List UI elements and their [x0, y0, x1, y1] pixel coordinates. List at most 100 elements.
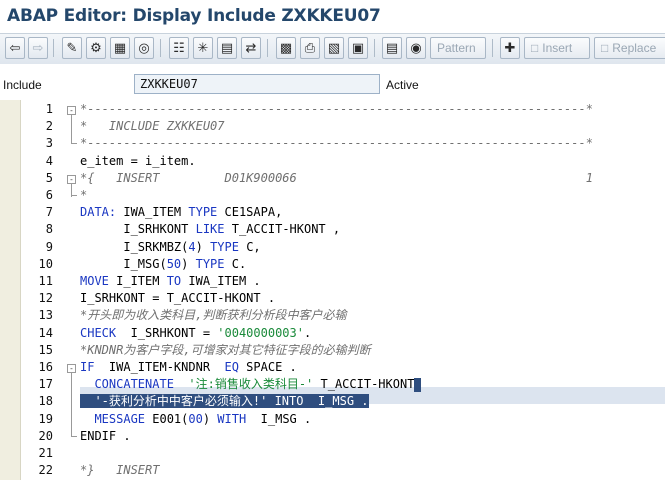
code-token: C,	[238, 239, 261, 254]
code-line[interactable]: MESSAGE E001(00) WITH I_MSG .	[80, 411, 311, 428]
include-name-field[interactable]: ZXKKEU07	[134, 74, 380, 94]
code-line[interactable]: CHECK I_SRHKONT = '0040000003'.	[80, 325, 311, 342]
keyword: TO	[166, 274, 182, 288]
code-line[interactable]: MOVE I_ITEM TO IWA_ITEM .	[80, 273, 261, 290]
keyword	[80, 222, 123, 236]
line-number: 8	[45, 222, 53, 237]
code-line[interactable]: CONCATENATE '注:销售收入类科目-' T_ACCIT-HKONT	[80, 376, 422, 393]
code-line[interactable]: * INCLUDE ZXKKEU07	[80, 118, 225, 135]
code-token: I_ITEM	[108, 274, 167, 288]
hierarchy-icon[interactable]: ⇄	[241, 37, 261, 59]
code-line[interactable]: *KNDNR为客户字段,可增家对其它特征字段的必输判断	[80, 342, 371, 359]
breakpoint-icon[interactable]: ▩	[276, 37, 296, 59]
code-token: .	[116, 428, 131, 443]
insert-label: Insert	[542, 41, 573, 55]
selected-text: '-获利分析中中客户必须输入!' INTO I_MSG .	[80, 394, 369, 409]
code-line[interactable]: '-获利分析中中客户必须输入!' INTO I_MSG .	[80, 393, 369, 410]
pattern-button[interactable]: Pattern	[430, 37, 486, 59]
code-editor[interactable]: 1 *--------------------------------------…	[0, 100, 665, 480]
code-line[interactable]: *---------------------------------------…	[80, 135, 593, 152]
help-icon[interactable]: ▣	[348, 37, 368, 59]
comment-text: *} INSERT	[80, 463, 160, 478]
code-line[interactable]: *开头即为收入类科目,判断获利分析段中客户必输	[80, 307, 346, 324]
code-line[interactable]: I_SRHKONT = T_ACCIT-HKONT .	[80, 290, 275, 307]
code-line[interactable]: e_item = i_item.	[80, 153, 196, 170]
number-literal: 4	[188, 239, 196, 254]
fold-guide-line	[71, 373, 72, 436]
comment-text: *KNDNR为客户字段,可增家对其它特征字段的必输判断	[80, 342, 371, 357]
keyword: CONCATENATE	[80, 377, 174, 392]
fold-guide-end	[71, 143, 77, 145]
include-header: Include ZXKKEU07 Active	[0, 64, 665, 100]
code-text: e_item = i_item.	[80, 153, 196, 168]
line-number: 10	[38, 256, 53, 271]
comment-text: *---------------------------------------…	[80, 102, 593, 116]
code-token: )	[202, 411, 218, 426]
display-change-icon[interactable]: ✎	[62, 37, 82, 59]
activate-icon[interactable]: ⚙	[86, 37, 106, 59]
code-token: .	[303, 325, 312, 340]
line-number: 17	[38, 377, 53, 392]
code-line[interactable]: I_MSG(50) TYPE C.	[80, 256, 246, 273]
navigation-window-icon[interactable]: ▤	[217, 37, 237, 59]
pretty-printer-icon[interactable]: ◉	[406, 37, 426, 59]
keyword: TYPE	[188, 205, 218, 220]
toolbar-separator	[374, 39, 375, 57]
code-token: CE1SAPA,	[217, 205, 283, 220]
line-number: 21	[38, 446, 53, 460]
insert-doc-icon: □	[531, 41, 539, 55]
code-token: )	[181, 256, 196, 271]
code-line[interactable]: I_SRHKONT LIKE T_ACCIT-HKONT ,	[80, 221, 340, 238]
keyword: MESSAGE	[80, 411, 146, 426]
fold-toggle-icon[interactable]: -	[67, 364, 76, 373]
string-literal: '0040000003'	[217, 325, 304, 340]
insert-line-icon[interactable]: ✚	[500, 37, 520, 59]
forward-arrow-icon[interactable]: ⇨	[28, 37, 48, 59]
line-number: 7	[45, 205, 53, 220]
display-object-list-icon[interactable]: ✳	[193, 37, 213, 59]
include-label: Include	[3, 78, 42, 92]
code-token: IWA_ITEM	[116, 205, 189, 220]
pattern-icon[interactable]: ▤	[382, 37, 402, 59]
fold-toggle-icon[interactable]: -	[67, 106, 76, 115]
print-icon[interactable]: ⎙	[300, 37, 320, 59]
code-line[interactable]: DATA: IWA_ITEM TYPE CE1SAPA,	[80, 204, 282, 221]
line-number: 15	[38, 342, 53, 357]
keyword: LIKE	[195, 222, 225, 237]
editor-left-margin	[0, 100, 21, 480]
window-title: ABAP Editor: Display Include ZXKKEU07	[7, 6, 381, 26]
check-icon[interactable]: ▦	[110, 37, 130, 59]
code-line[interactable]: ENDIF .	[80, 428, 131, 445]
line-number: 2	[45, 119, 53, 134]
line-number: 20	[38, 428, 53, 443]
keyword: TYPE	[195, 256, 225, 271]
keyword: EQ	[224, 360, 239, 374]
code-line[interactable]: *	[80, 187, 87, 204]
back-arrow-icon[interactable]: ⇦	[5, 37, 25, 59]
code-token: IWA_ITEM-KNDNR	[94, 360, 225, 374]
toolbar-separator	[53, 39, 54, 57]
fold-toggle-icon[interactable]: -	[67, 174, 76, 184]
insert-button[interactable]: □ Insert	[524, 37, 590, 59]
line-number: 14	[38, 325, 53, 340]
pattern-label: Pattern	[437, 41, 476, 55]
number-literal: 50	[166, 256, 182, 271]
replace-doc-icon: □	[601, 41, 609, 55]
keyword: WITH	[217, 411, 247, 426]
code-line[interactable]: *{ INSERT D01K900066 1	[80, 170, 593, 187]
string-literal: '注:销售收入类科目-'	[173, 377, 314, 392]
comment-text: *	[80, 188, 88, 202]
test-icon[interactable]: ◎	[134, 37, 154, 59]
code-token: C.	[224, 256, 247, 271]
code-line[interactable]: IF IWA_ITEM-KNDNR EQ SPACE .	[80, 359, 297, 376]
code-line[interactable]: *---------------------------------------…	[80, 101, 593, 118]
title-bar: ABAP Editor: Display Include ZXKKEU07	[0, 0, 665, 33]
code-token: T_ACCIT-HKONT ,	[224, 222, 341, 237]
code-line[interactable]: *} INSERT	[80, 462, 159, 479]
where-used-icon[interactable]: ☷	[169, 37, 189, 59]
replace-button[interactable]: □ Replace	[594, 37, 665, 59]
toolbar-separator	[492, 39, 493, 57]
line-number: 18	[38, 394, 53, 409]
code-line[interactable]: I_SRKMBZ(4) TYPE C,	[80, 239, 261, 256]
enhancement-icon[interactable]: ▧	[324, 37, 344, 59]
